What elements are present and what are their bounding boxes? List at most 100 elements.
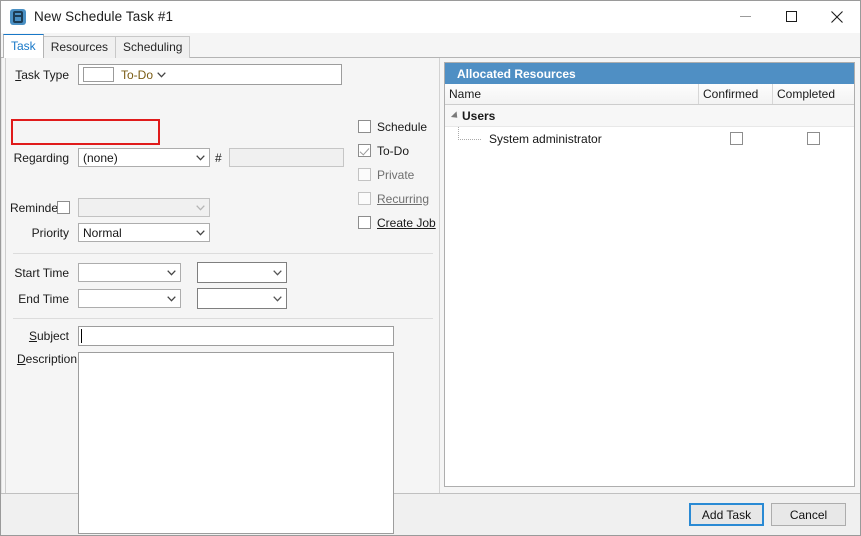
tab-scheduling-label: Scheduling — [123, 40, 182, 54]
flag-private-label: Private — [377, 168, 414, 182]
column-header-completed[interactable]: Completed — [773, 84, 854, 104]
end-time-chevron-down-icon[interactable] — [269, 296, 286, 302]
window-controls — [722, 1, 860, 32]
tab-resources[interactable]: Resources — [43, 36, 116, 58]
pane-splitter[interactable] — [5, 58, 6, 493]
dialog-window: New Schedule Task #1 Task — [0, 0, 861, 536]
priority-combobox[interactable]: Normal — [78, 223, 210, 242]
pane-edge-line — [1, 58, 2, 493]
regarding-label-pre: Re — [14, 151, 29, 165]
start-time-label: Start Time — [7, 266, 69, 280]
recurring-checkbox[interactable] — [358, 192, 371, 205]
task-form-pane: Task Type To-Do Regarding (none) # — [1, 58, 440, 493]
tab-strip: Task Resources Scheduling — [1, 33, 860, 58]
tree-connector-icon — [458, 127, 481, 140]
subject-text-caret — [81, 329, 82, 343]
column-header-name[interactable]: Name — [445, 84, 699, 104]
grid-rows: Users System administrator — [445, 105, 854, 486]
subject-label: Subject — [7, 329, 69, 343]
task-type-color-swatch[interactable] — [83, 67, 114, 82]
end-date-chevron-down-icon[interactable] — [163, 296, 180, 302]
grid-column-headers: Name Confirmed Completed — [445, 84, 854, 105]
flag-schedule[interactable]: Schedule — [358, 118, 436, 135]
maximize-icon — [786, 11, 797, 22]
app-icon — [10, 9, 26, 25]
tab-scheduling[interactable]: Scheduling — [115, 36, 190, 58]
minimize-icon — [740, 11, 751, 22]
description-label-accel: D — [17, 352, 26, 366]
flag-schedule-label: Schedule — [377, 120, 427, 134]
task-type-combobox[interactable]: To-Do — [78, 64, 342, 85]
regarding-label: Regarding — [7, 151, 69, 165]
reminder-label: Reminder — [7, 201, 62, 215]
subject-label-accel: S — [29, 329, 37, 343]
number-label: # — [215, 151, 225, 165]
group-row-users-label: Users — [462, 109, 495, 123]
completed-checkbox[interactable] — [807, 132, 820, 145]
task-type-label: Task Type — [7, 68, 69, 82]
regarding-label-post: arding — [36, 151, 69, 165]
divider-1 — [13, 253, 433, 254]
reminder-checkbox[interactable] — [57, 201, 70, 214]
task-type-value: To-Do — [121, 68, 153, 82]
flag-recurring[interactable]: Recurring — [358, 190, 436, 207]
flag-recurring-text: Recurring — [377, 192, 429, 206]
schedule-checkbox[interactable] — [358, 120, 371, 133]
priority-value: Normal — [83, 226, 192, 240]
divider-2 — [13, 318, 433, 319]
flag-todo-label: To-Do — [377, 144, 409, 158]
cancel-button[interactable]: Cancel — [771, 503, 846, 526]
completed-cell[interactable] — [773, 132, 854, 145]
tab-task[interactable]: Task — [3, 34, 44, 58]
title-bar: New Schedule Task #1 — [1, 1, 860, 33]
flag-todo[interactable]: To-Do — [358, 142, 436, 159]
todo-checkbox[interactable] — [358, 144, 371, 157]
allocated-resources-pane: Allocated Resources Name Confirmed Compl… — [440, 58, 860, 493]
description-textarea[interactable] — [78, 352, 394, 534]
add-task-button[interactable]: Add Task — [689, 503, 764, 526]
task-type-label-rest: ask Type — [21, 68, 69, 82]
subject-input[interactable] — [78, 326, 394, 346]
flag-create-job-label: Create Job — [377, 216, 436, 230]
regarding-chevron-down-icon[interactable] — [192, 155, 209, 161]
minimize-button[interactable] — [722, 1, 768, 32]
start-date-combobox[interactable] — [78, 263, 181, 282]
tab-content-task: Task Type To-Do Regarding (none) # — [1, 58, 860, 494]
tab-resources-label: Resources — [51, 40, 108, 54]
confirmed-checkbox[interactable] — [730, 132, 743, 145]
end-time-combobox[interactable] — [197, 288, 287, 309]
regarding-combobox[interactable]: (none) — [78, 148, 210, 167]
allocated-resources-grid: Allocated Resources Name Confirmed Compl… — [444, 62, 855, 487]
subject-label-rest: ubject — [37, 329, 69, 343]
column-header-confirmed[interactable]: Confirmed — [699, 84, 773, 104]
flag-private[interactable]: Private — [358, 166, 436, 183]
maximize-button[interactable] — [768, 1, 814, 32]
window-title: New Schedule Task #1 — [34, 9, 173, 24]
flag-create-job-text: Create Job — [377, 216, 436, 230]
start-time-combobox[interactable] — [197, 262, 287, 283]
flag-create-job[interactable]: Create Job — [358, 214, 436, 231]
close-icon — [831, 11, 843, 23]
start-date-chevron-down-icon[interactable] — [163, 270, 180, 276]
close-button[interactable] — [814, 1, 860, 32]
number-field[interactable] — [229, 148, 344, 167]
table-row[interactable]: System administrator — [445, 127, 854, 150]
collapse-triangle-icon[interactable] — [451, 111, 460, 120]
private-checkbox[interactable] — [358, 168, 371, 181]
priority-label: Priority — [7, 226, 69, 240]
flag-recurring-label: Recurring — [377, 192, 429, 206]
description-label: Description — [7, 352, 77, 366]
task-flags-group: Schedule To-Do Private Recurring Create … — [358, 118, 436, 231]
task-type-chevron-down-icon[interactable] — [153, 72, 170, 78]
reminder-combobox[interactable] — [78, 198, 210, 217]
regarding-value: (none) — [83, 151, 192, 165]
confirmed-cell[interactable] — [699, 132, 773, 145]
end-date-combobox[interactable] — [78, 289, 181, 308]
priority-chevron-down-icon[interactable] — [192, 230, 209, 236]
start-time-chevron-down-icon[interactable] — [269, 270, 286, 276]
group-row-users[interactable]: Users — [445, 105, 854, 127]
create-job-checkbox[interactable] — [358, 216, 371, 229]
tab-task-label: Task — [11, 39, 36, 53]
reminder-chevron-down-icon[interactable] — [192, 205, 209, 211]
end-time-label: End Time — [7, 292, 69, 306]
